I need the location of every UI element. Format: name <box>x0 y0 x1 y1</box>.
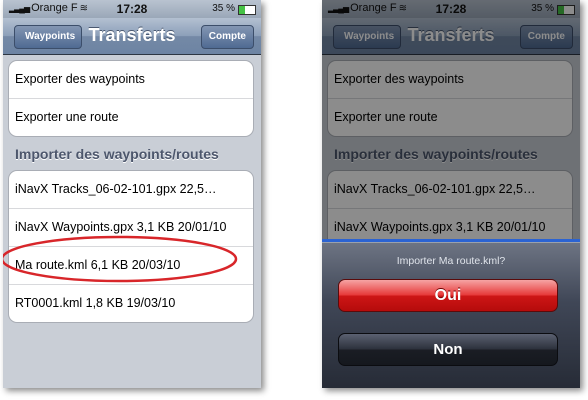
battery-fill <box>239 6 245 14</box>
confirm-yes-button[interactable]: Oui <box>338 279 558 312</box>
screen-confirm: ▂▃▄▅ Orange F ≋ 17:28 35 % Waypoints Trans… <box>322 0 580 388</box>
account-button[interactable]: Compte <box>200 25 254 49</box>
battery-icon <box>238 5 256 15</box>
export-waypoints-row[interactable]: Exporter des waypoints <box>9 61 253 98</box>
import-section-header: Importer des waypoints/routes <box>15 146 219 162</box>
highlight-oval <box>3 235 238 283</box>
confirm-no-button[interactable]: Non <box>338 333 558 366</box>
screen-list: ▂▃▄▅ Orange F ≋ 17:28 35 % Waypoints Trans… <box>3 0 261 388</box>
action-sheet: Importer Ma route.kml? Oui Non <box>322 242 580 388</box>
action-sheet-title: Importer Ma route.kml? <box>396 255 506 267</box>
export-group: Exporter des waypoints Exporter une rout… <box>8 60 254 137</box>
status-bar: ▂▃▄▅ Orange F ≋ 17:28 35 % <box>3 0 261 18</box>
battery-percent: 35 % <box>212 3 235 14</box>
import-file-row[interactable]: RT0001.kml 1,8 KB 19/03/10 <box>9 284 253 322</box>
navigation-bar: Waypoints Transferts Compte <box>3 18 261 55</box>
import-file-row[interactable]: iNavX Tracks_06-02-101.gpx 22,5… <box>9 171 253 208</box>
export-route-row[interactable]: Exporter une route <box>9 98 253 136</box>
